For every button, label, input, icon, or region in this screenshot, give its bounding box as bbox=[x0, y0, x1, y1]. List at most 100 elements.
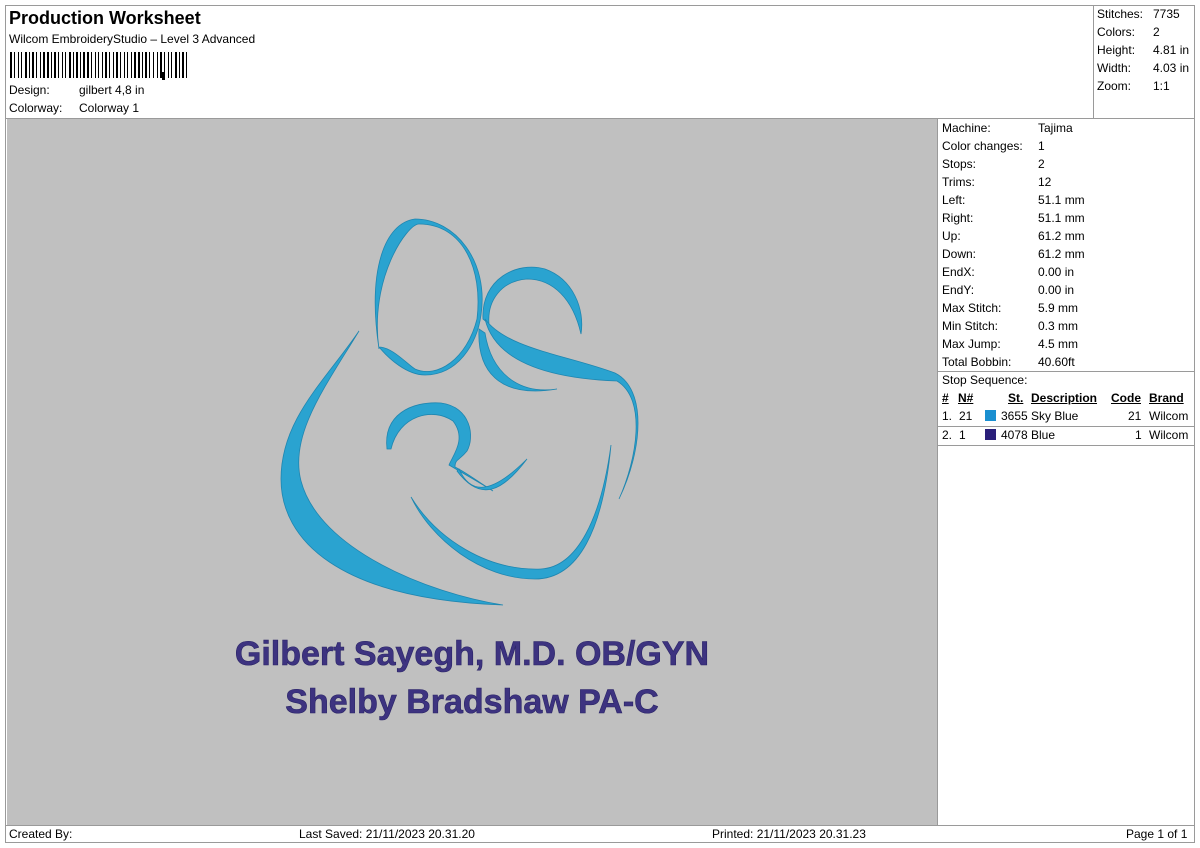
barcode-bar bbox=[83, 52, 85, 78]
barcode-bar bbox=[149, 52, 150, 78]
barcode-bar bbox=[73, 52, 74, 78]
barcode-bar bbox=[153, 52, 154, 78]
machine-info-value: 61.2 mm bbox=[1038, 247, 1085, 261]
summary-value: 4.03 in bbox=[1153, 61, 1190, 75]
machine-info-label: EndX: bbox=[942, 265, 975, 279]
logo-father-body bbox=[484, 318, 639, 500]
family-logo bbox=[280, 218, 639, 606]
design-label: Design: bbox=[9, 83, 50, 97]
stop-row-description: Blue bbox=[1031, 428, 1056, 442]
barcode-bar bbox=[157, 52, 158, 78]
barcode-bar bbox=[25, 52, 27, 78]
barcode-bar bbox=[145, 52, 147, 78]
barcode-bar bbox=[160, 52, 162, 78]
barcode-bar bbox=[69, 52, 71, 78]
barcode-bar bbox=[98, 52, 99, 78]
summary-value: 7735 bbox=[1153, 7, 1180, 21]
machine-info-row: Color changes: 1 bbox=[942, 139, 1045, 153]
machine-info-label: Color changes: bbox=[942, 139, 1023, 153]
barcode-bar bbox=[54, 52, 56, 78]
col-header-n: N# bbox=[958, 391, 974, 405]
machine-info-value: 40.60ft bbox=[1038, 355, 1075, 369]
machine-info-row: Min Stitch: 0.3 mm bbox=[942, 319, 1078, 333]
barcode-bar bbox=[134, 52, 136, 78]
panel-divider bbox=[938, 371, 1194, 372]
software-subtitle: Wilcom EmbroideryStudio – Level 3 Advanc… bbox=[9, 32, 256, 46]
barcode-bar bbox=[10, 52, 12, 78]
summary-width: Width: 4.03 in bbox=[1097, 61, 1189, 75]
color-swatch bbox=[985, 410, 996, 421]
col-header-brand: Brand bbox=[1149, 391, 1184, 405]
barcode-bar bbox=[142, 52, 143, 78]
machine-info-panel: Machine: Tajima Color changes: 1 Stops: 2 Trim… bbox=[937, 119, 1194, 826]
footer-divider bbox=[6, 825, 1194, 826]
table-bottom-divider bbox=[938, 445, 1194, 446]
stop-row-n: 1 bbox=[959, 428, 966, 442]
machine-info-value: 4.5 mm bbox=[1038, 337, 1079, 351]
worksheet-header: Production Worksheet Wilcom EmbroiderySt… bbox=[6, 6, 1094, 119]
summary-value: 2 bbox=[1153, 25, 1160, 39]
page-title: Production Worksheet bbox=[9, 8, 201, 28]
design-row: Design: gilbert 4,8 in bbox=[9, 83, 144, 97]
logo-baby-head bbox=[386, 402, 494, 492]
barcode-bar bbox=[65, 52, 66, 78]
barcode-bar bbox=[36, 52, 37, 78]
stop-row-num: 1. bbox=[942, 409, 953, 423]
stop-row-num: 2. bbox=[942, 428, 953, 442]
barcode-bar bbox=[76, 52, 78, 78]
machine-info-value: 12 bbox=[1038, 175, 1052, 189]
machine-info-row: Total Bobbin: 40.60ft bbox=[942, 355, 1075, 369]
barcode-bar bbox=[113, 52, 114, 78]
barcode-bar bbox=[109, 52, 110, 78]
barcode-bar bbox=[91, 52, 92, 78]
footer-page: Page 1 of 1 bbox=[1126, 827, 1188, 841]
summary-height: Height: 4.81 in bbox=[1097, 43, 1189, 57]
machine-info-label: Machine: bbox=[942, 121, 991, 135]
barcode-bar bbox=[124, 52, 125, 78]
machine-info-value: 0.3 mm bbox=[1038, 319, 1079, 333]
machine-info-label: Right: bbox=[942, 211, 974, 225]
machine-info-label: EndY: bbox=[942, 283, 975, 297]
machine-info-value: Tajima bbox=[1038, 121, 1073, 135]
barcode-bar bbox=[80, 52, 81, 78]
machine-info-value: 2 bbox=[1038, 157, 1045, 171]
barcode-bar bbox=[168, 52, 169, 78]
barcode-bar bbox=[51, 52, 52, 78]
col-header-st: St. bbox=[1008, 391, 1024, 405]
machine-info-row: Right: 51.1 mm bbox=[942, 211, 1085, 225]
machine-info-label: Left: bbox=[942, 193, 966, 207]
barcode-bar bbox=[40, 52, 41, 78]
barcode-bar bbox=[105, 52, 107, 78]
design-preview: Gilbert Sayegh, M.D. OB/GYN Shelby Brads… bbox=[7, 119, 937, 826]
machine-info-value: 0.00 in bbox=[1038, 283, 1075, 297]
machine-info-value: 0.00 in bbox=[1038, 265, 1075, 279]
stop-row-code: 21 bbox=[1128, 409, 1142, 423]
machine-info-label: Stops: bbox=[942, 157, 977, 171]
machine-info-row: Machine: Tajima bbox=[942, 121, 1073, 135]
machine-info-row: Down: 61.2 mm bbox=[942, 247, 1085, 261]
barcode-bar bbox=[43, 52, 45, 78]
col-header-description: Description bbox=[1031, 391, 1098, 405]
design-text-line1: Gilbert Sayegh, M.D. OB/GYN bbox=[235, 635, 709, 673]
barcode-bar bbox=[102, 52, 103, 78]
stop-row-description: Sky Blue bbox=[1031, 409, 1079, 423]
barcode-bar bbox=[179, 52, 180, 78]
machine-info-row: Left: 51.1 mm bbox=[942, 193, 1085, 207]
stop-row-brand: Wilcom bbox=[1149, 428, 1189, 442]
design-value: gilbert 4,8 in bbox=[79, 83, 145, 97]
summary-box: Stitches: 7735 Colors: 2 Height: 4.81 in Wi… bbox=[1093, 6, 1194, 119]
machine-info-value: 51.1 mm bbox=[1038, 193, 1085, 207]
machine-info-row: Max Stitch: 5.9 mm bbox=[942, 301, 1078, 315]
machine-info-value: 51.1 mm bbox=[1038, 211, 1085, 225]
barcode-bar bbox=[186, 52, 187, 78]
stop-row-n: 21 bbox=[959, 409, 973, 423]
summary-label: Zoom: bbox=[1097, 79, 1132, 93]
summary-label: Colors: bbox=[1097, 25, 1136, 39]
machine-info-row: Trims: 12 bbox=[942, 175, 1051, 189]
stop-row-brand: Wilcom bbox=[1149, 409, 1189, 423]
colorway-value: Colorway 1 bbox=[79, 101, 140, 115]
machine-info-value: 5.9 mm bbox=[1038, 301, 1079, 315]
stop-row-code: 1 bbox=[1135, 428, 1142, 442]
logo-outer-arc bbox=[280, 330, 504, 606]
logo-father-head bbox=[482, 266, 583, 335]
